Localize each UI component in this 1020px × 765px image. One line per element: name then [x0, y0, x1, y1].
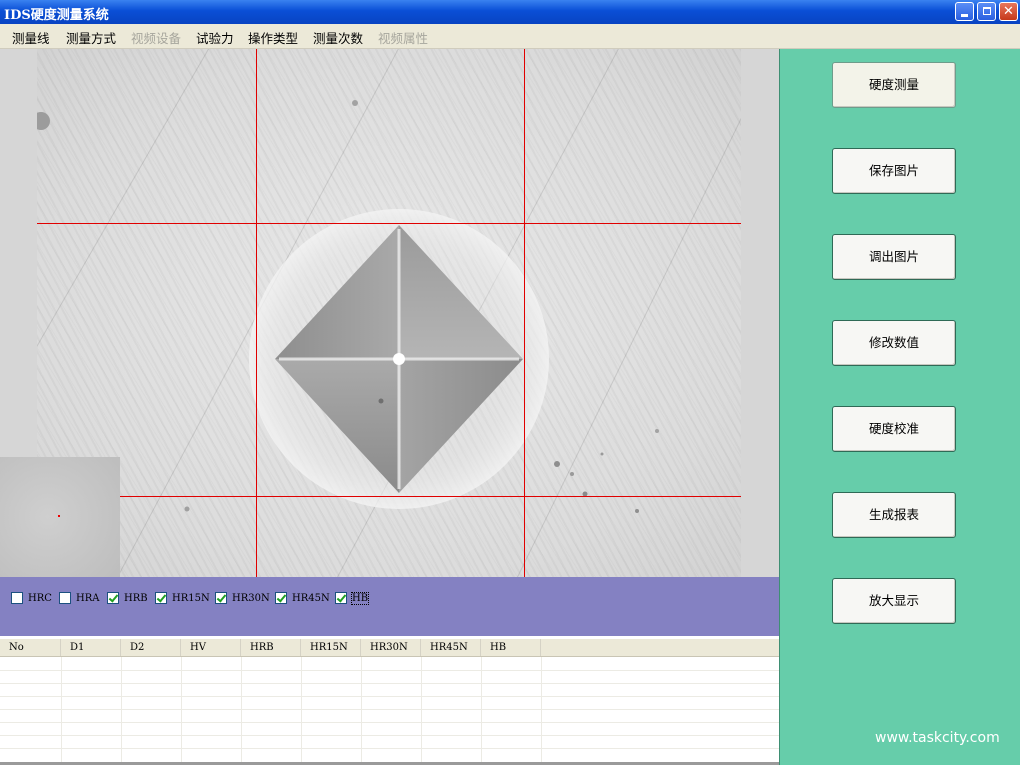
checkbox-hr30n[interactable]: HR30N [215, 591, 270, 605]
checkbox-hrb-box[interactable] [107, 592, 119, 604]
image-viewport[interactable] [0, 49, 779, 577]
watermark-url: www.taskcity.com [875, 730, 1000, 746]
grid-line [0, 735, 779, 736]
grid-line [0, 722, 779, 723]
results-table[interactable]: No D1 D2 HV HRB HR15N HR30N HR45N HB [0, 636, 779, 765]
checkbox-hr45n[interactable]: HR45N [275, 591, 330, 605]
checkbox-hb-label: HB [350, 591, 370, 605]
menu-measure-count[interactable]: 测量次数 [313, 28, 363, 47]
measure-line-right[interactable] [524, 49, 525, 577]
grid-line [0, 709, 779, 710]
generate-report-button[interactable]: 生成报表 [832, 492, 956, 538]
menu-video-properties[interactable]: 视频属性 [378, 28, 428, 47]
menu-operation-type[interactable]: 操作类型 [248, 28, 299, 50]
column-header-hr45n[interactable]: HR45N [421, 639, 481, 656]
checkbox-hr15n[interactable]: HR15N [155, 591, 210, 605]
grid-line [0, 683, 779, 684]
menu-bar: 测量线 测量方式 视频设备 试验力 操作类型 测量次数 视频属性 [0, 24, 1020, 50]
hardness-calibrate-button[interactable]: 硬度校准 [832, 406, 956, 452]
measure-line-left[interactable] [256, 49, 257, 577]
checkbox-hr15n-label: HR15N [172, 592, 210, 604]
save-image-button[interactable]: 保存图片 [832, 148, 956, 194]
menu-measure-mode[interactable]: 测量方式 [66, 28, 116, 47]
column-header-hrb[interactable]: HRB [241, 639, 301, 656]
close-icon: ✕ [1003, 4, 1014, 19]
checkbox-hr45n-box[interactable] [275, 592, 287, 604]
checkbox-hrb-label: HRB [124, 592, 148, 604]
column-header-hr15n[interactable]: HR15N [301, 639, 361, 656]
zoom-display-button[interactable]: 放大显示 [832, 578, 956, 624]
load-image-button[interactable]: 调出图片 [832, 234, 956, 280]
measure-line-top[interactable] [37, 223, 741, 224]
checkbox-hr15n-box[interactable] [155, 592, 167, 604]
checkbox-hrb[interactable]: HRB [107, 591, 148, 605]
grid-line [0, 748, 779, 749]
table-header: No D1 D2 HV HRB HR15N HR30N HR45N HB [0, 639, 779, 657]
modify-value-button[interactable]: 修改数值 [832, 320, 956, 366]
checkbox-hra[interactable]: HRA [59, 591, 99, 605]
menu-measure-line[interactable]: 测量线 [12, 28, 50, 47]
column-header-hr30n[interactable]: HR30N [361, 639, 421, 656]
checkbox-hr45n-label: HR45N [292, 592, 330, 604]
checkbox-hrc[interactable]: HRC [11, 591, 52, 605]
grid-line [0, 670, 779, 671]
measure-line-bottom[interactable] [37, 496, 741, 497]
action-panel: 硬度测量 保存图片 调出图片 修改数值 硬度校准 生成报表 放大显示 www.t… [779, 49, 1020, 765]
checkbox-hrc-label: HRC [28, 592, 52, 604]
window-title: IDS硬度测量系统 [4, 8, 109, 23]
maximize-button[interactable] [977, 2, 996, 21]
zoom-preview [0, 457, 120, 577]
column-header-hv[interactable]: HV [181, 639, 241, 656]
close-button[interactable]: ✕ [999, 2, 1018, 21]
checkbox-hra-label: HRA [76, 592, 100, 604]
column-header-hb[interactable]: HB [481, 639, 541, 656]
checkbox-hb[interactable]: HB [335, 591, 370, 605]
preview-cursor-marker [58, 515, 60, 517]
checkbox-hr30n-box[interactable] [215, 592, 227, 604]
grid-line [0, 696, 779, 697]
checkbox-hra-box[interactable] [59, 592, 71, 604]
microscope-image[interactable] [37, 49, 741, 577]
scale-checkbox-panel: HRC HRA HRB HR15N HR30N HR45N HB [0, 577, 779, 636]
column-header-d1[interactable]: D1 [61, 639, 121, 656]
menu-test-force[interactable]: 试验力 [196, 28, 234, 47]
checkbox-hb-box[interactable] [335, 592, 347, 604]
checkbox-hrc-box[interactable] [11, 592, 23, 604]
indentation-diamond [37, 100, 659, 513]
title-bar: IDS硬度测量系统 ✕ [0, 0, 1020, 24]
hardness-measure-button[interactable]: 硬度测量 [832, 62, 956, 108]
column-header-d2[interactable]: D2 [121, 639, 181, 656]
maximize-icon [978, 3, 995, 20]
checkbox-hr30n-label: HR30N [232, 592, 270, 604]
minimize-icon [956, 3, 973, 20]
minimize-button[interactable] [955, 2, 974, 21]
menu-video-device[interactable]: 视频设备 [131, 28, 181, 47]
column-header-no[interactable]: No [0, 639, 61, 656]
